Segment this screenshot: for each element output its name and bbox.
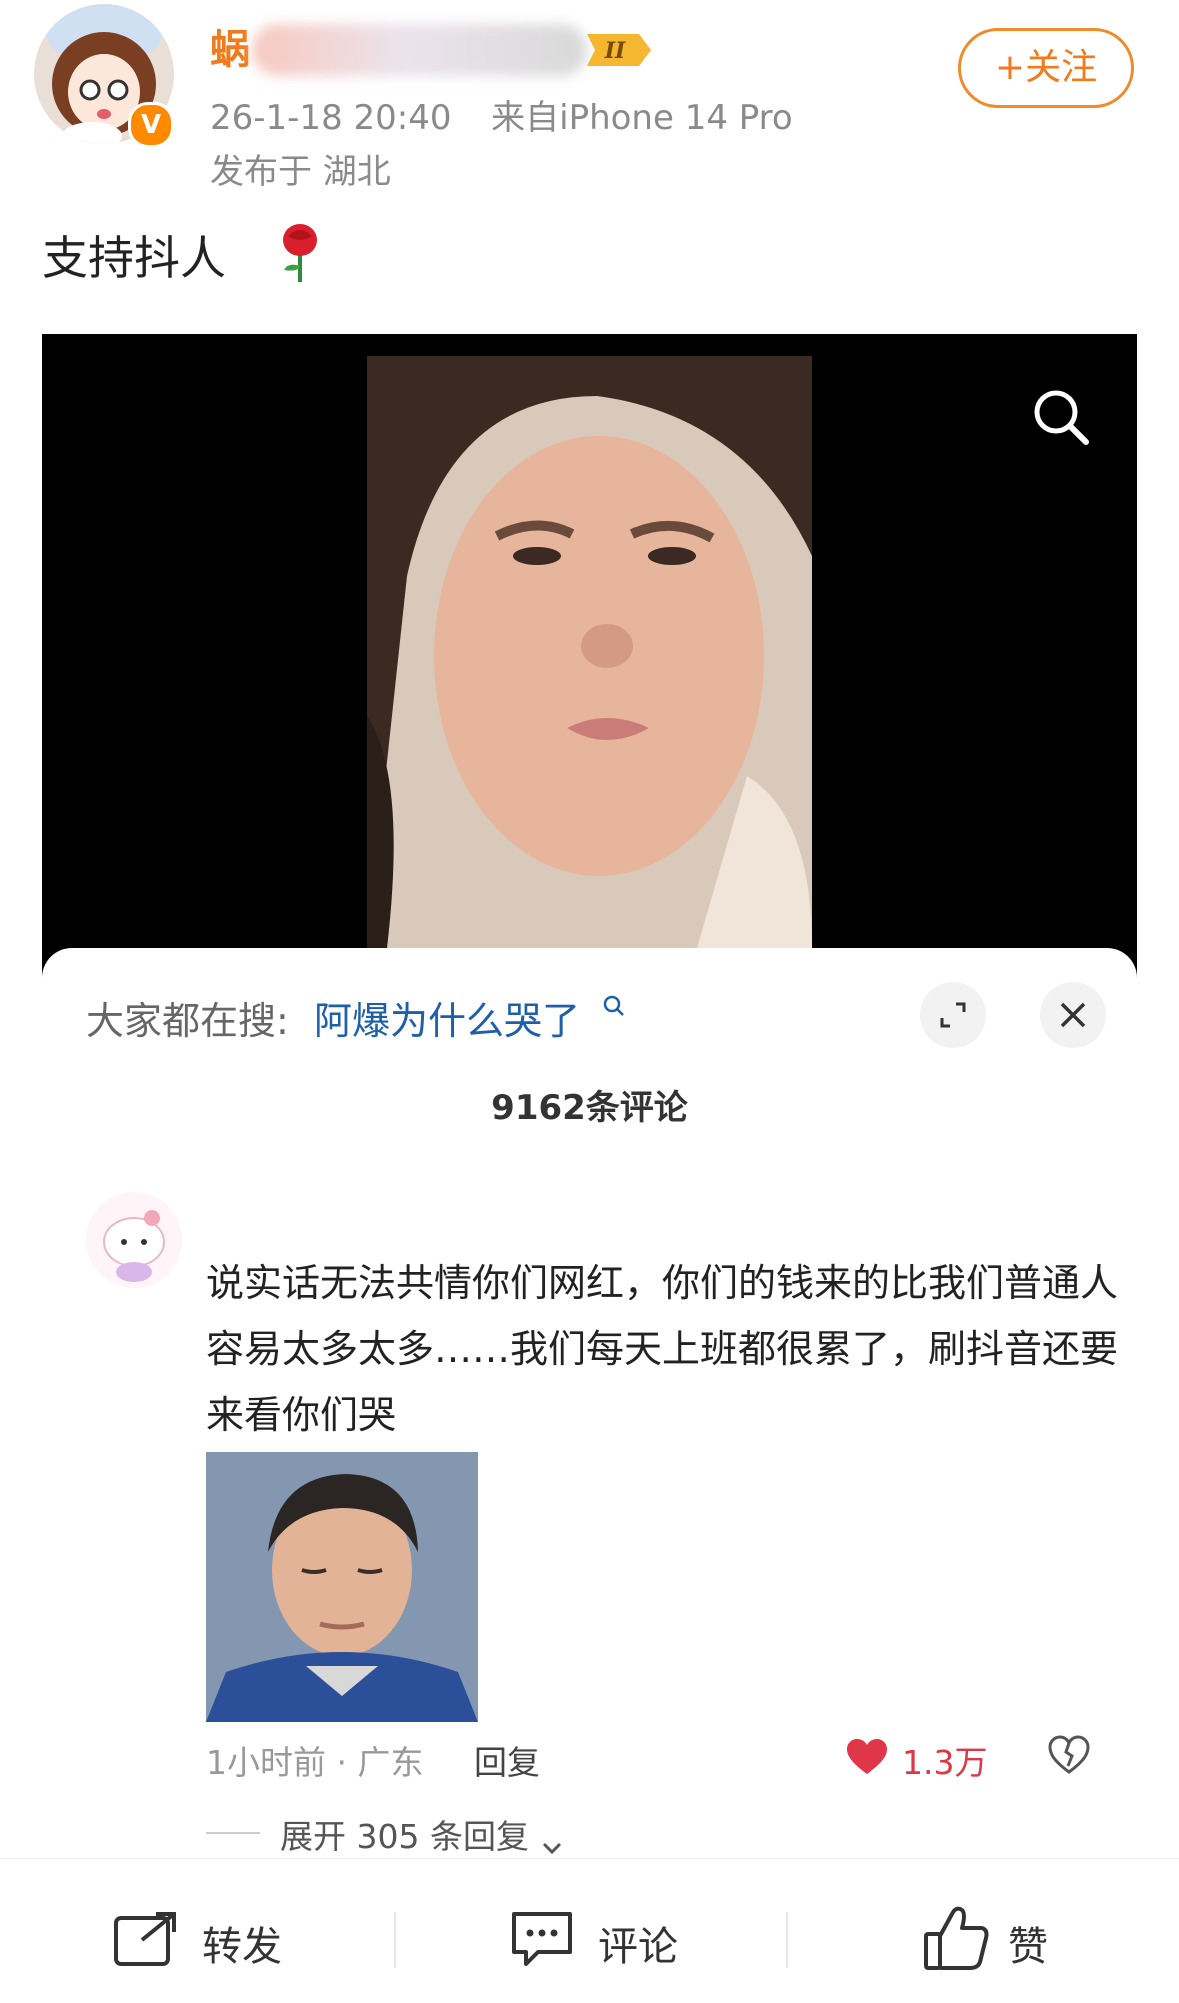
thumbs-up-icon[interactable] [922,1904,992,1972]
comment-image[interactable] [206,1452,478,1722]
repost-icon[interactable] [112,1910,182,1968]
expand-replies-button[interactable]: 展开 305 条回复 [280,1810,565,1858]
trending-search-icon [602,994,626,1018]
post-source: 来自iPhone 14 Pro [491,98,793,138]
level-badge: II [583,32,653,68]
expand-replies-label: 展开 305 条回复 [280,1817,529,1856]
level-badge-text: II [604,38,626,64]
expand-icon[interactable] [920,982,986,1048]
comment-time-location: 1小时前 · 广东 [206,1743,424,1782]
commenter-avatar[interactable] [86,1192,182,1288]
trending-label: 大家都在搜: [86,999,289,1043]
redacted-name-blur [252,24,587,76]
like-count: 1.3万 [902,1743,988,1782]
reply-button[interactable]: 回复 [474,1736,540,1784]
rose-emoji-icon [278,222,322,284]
repost-button[interactable]: 转发 [202,1914,282,1972]
chevron-down-icon [539,1828,565,1854]
comment-icon[interactable] [508,1908,578,1970]
author-name[interactable]: 蜗 [210,22,250,78]
comment-button[interactable]: 评论 [598,1914,678,1972]
close-icon[interactable] [1040,982,1106,1048]
verified-badge: V [128,102,174,148]
action-divider [394,1912,396,1968]
post-meta: 26-1-18 20:40 来自iPhone 14 Pro [210,90,793,139]
post-text: 支持抖人 [42,231,226,285]
post-time: 26-1-18 20:40 [210,98,452,138]
action-divider [786,1912,788,1968]
broken-heart-icon[interactable] [1048,1734,1090,1776]
heart-icon[interactable] [846,1738,888,1776]
comment-text: 说实话无法共情你们网红，你们的钱来的比我们普通人容易太多太多……我们每天上班都很… [206,1261,1119,1437]
search-icon[interactable] [1030,386,1092,448]
trending-query-link[interactable]: 阿爆为什么哭了 [314,990,580,1045]
post-location: 发布于 湖北 [210,152,391,192]
follow-button[interactable]: +关注 [958,28,1134,108]
comment-count: 9162条评论 [491,1088,688,1128]
expand-divider [206,1832,260,1834]
like-button[interactable]: 赞 [1008,1914,1048,1972]
video-frame [367,356,812,948]
